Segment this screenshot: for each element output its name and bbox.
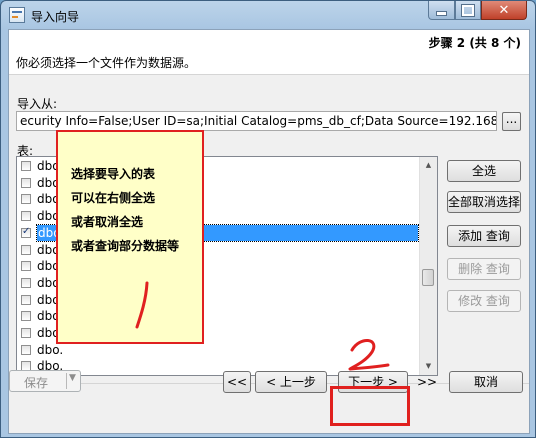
window-title: 导入向导 xyxy=(31,10,80,24)
table-checkbox[interactable] xyxy=(21,161,31,171)
add-query-button[interactable]: 添加 查询 xyxy=(447,225,521,247)
table-checkbox[interactable] xyxy=(21,344,31,355)
table-row[interactable]: dbo. xyxy=(17,342,419,358)
next-button-highlight xyxy=(330,386,410,426)
table-checkbox[interactable] xyxy=(21,277,31,288)
connection-string-field[interactable]: ecurity Info=False;User ID=sa;Initial Ca… xyxy=(16,111,497,131)
first-step-button[interactable]: << xyxy=(223,371,251,393)
minimize-button[interactable] xyxy=(428,1,455,20)
dropdown-arrow-icon[interactable]: ▼ xyxy=(69,373,76,383)
modify-query-button[interactable]: 修改 查询 xyxy=(447,290,521,312)
vertical-scrollbar[interactable]: ▲ ▼ xyxy=(419,157,437,375)
split-divider xyxy=(66,373,67,389)
wizard-header: 步骤 2 (共 8 个) 你必须选择一个文件作为数据源。 xyxy=(9,30,529,75)
save-button-label: 保存 xyxy=(24,376,49,390)
table-checkbox[interactable] xyxy=(21,194,31,205)
back-button[interactable]: < 上一步 xyxy=(255,371,327,393)
maximize-icon xyxy=(461,3,475,17)
save-split-button[interactable]: 保存 ▼ xyxy=(9,370,81,392)
table-checkbox[interactable] xyxy=(21,328,31,338)
table-checkbox[interactable] xyxy=(21,294,31,305)
maximize-button[interactable] xyxy=(455,1,481,20)
close-button[interactable]: ✕ xyxy=(481,1,527,20)
table-name: dbo. xyxy=(37,342,64,357)
select-all-button[interactable]: 全选 xyxy=(447,160,521,182)
wizard-app-icon xyxy=(9,7,25,23)
delete-query-button[interactable]: 删除 查询 xyxy=(447,258,521,280)
table-checkbox[interactable] xyxy=(21,211,31,222)
note-line-4: 或者查询部分数据等 xyxy=(71,239,180,253)
instruction-text: 你必须选择一个文件作为数据源。 xyxy=(16,56,197,70)
import-from-label: 导入从: xyxy=(17,97,58,111)
note-line-1: 选择要导入的表 xyxy=(71,167,156,181)
table-checkbox[interactable] xyxy=(21,311,31,322)
last-step-button[interactable]: >> xyxy=(413,371,441,393)
scroll-thumb[interactable] xyxy=(422,269,434,286)
table-checkbox[interactable] xyxy=(21,244,31,255)
cancel-button[interactable]: 取消 xyxy=(449,371,523,393)
minimize-icon xyxy=(436,10,447,16)
table-checkbox[interactable] xyxy=(21,226,31,238)
table-checkbox[interactable] xyxy=(21,177,31,188)
title-bar[interactable]: 导入向导 ✕ xyxy=(1,1,535,29)
scroll-up-icon[interactable]: ▲ xyxy=(420,157,437,174)
close-icon: ✕ xyxy=(498,2,510,18)
step-indicator: 步骤 2 (共 8 个) xyxy=(428,36,521,50)
browse-button[interactable]: ... xyxy=(502,112,521,131)
table-checkbox[interactable] xyxy=(21,261,31,272)
annotation-note: 选择要导入的表 可以在右侧全选 或者取消全选 或者查询部分数据等 xyxy=(56,130,204,344)
note-line-3: 或者取消全选 xyxy=(71,215,144,229)
deselect-all-button[interactable]: 全部取消选择 xyxy=(447,191,521,213)
note-line-2: 可以在右侧全选 xyxy=(71,191,156,205)
